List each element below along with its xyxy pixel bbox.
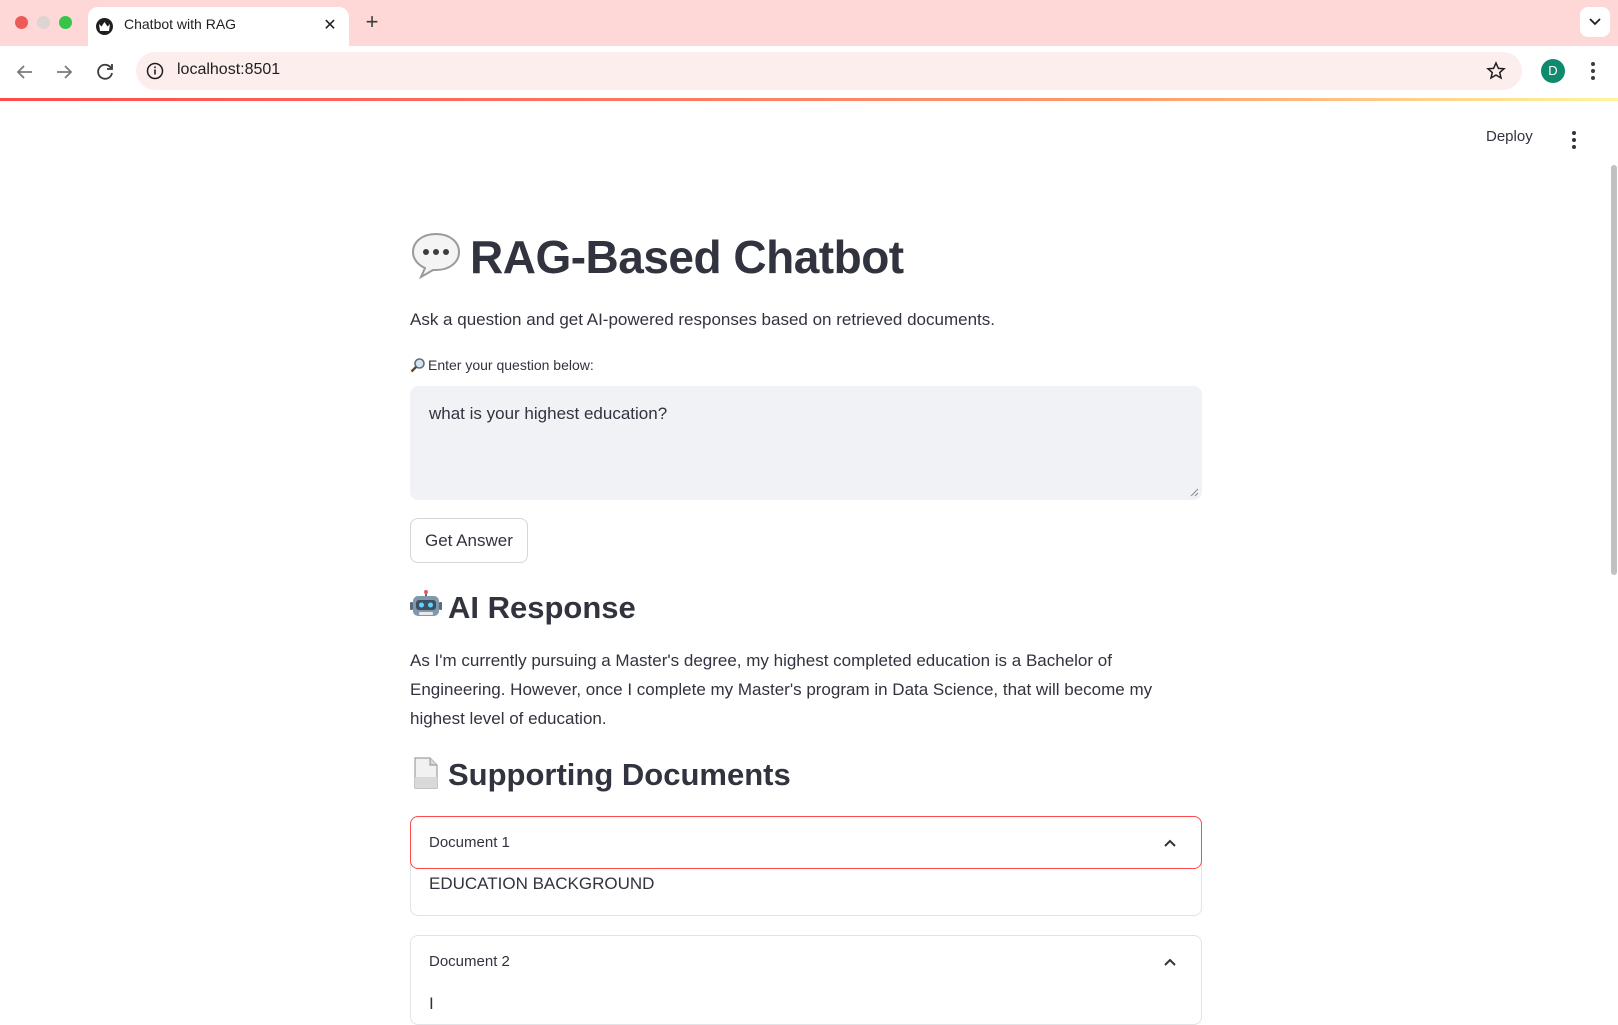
streamlit-header-decoration: [0, 98, 1618, 101]
address-bar[interactable]: localhost:8501: [136, 52, 1522, 90]
question-textarea[interactable]: what is your highest education?: [410, 386, 1202, 500]
get-answer-button[interactable]: Get Answer: [410, 518, 528, 563]
tab-title: Chatbot with RAG: [124, 16, 237, 32]
document-title[interactable]: Document 1: [429, 834, 510, 851]
speech-bubble-icon: [411, 232, 461, 279]
streamlit-favicon-icon: [96, 18, 113, 35]
site-info-icon[interactable]: [146, 62, 164, 80]
url-text[interactable]: localhost:8501: [177, 61, 280, 79]
browser-menu-icon[interactable]: [1587, 59, 1599, 83]
document-content: I: [429, 994, 434, 1013]
deploy-button[interactable]: Deploy: [1486, 128, 1533, 145]
docs-heading: Supporting Documents: [448, 757, 791, 792]
bookmark-star-icon[interactable]: [1486, 61, 1506, 81]
app-menu-icon[interactable]: [1568, 128, 1580, 152]
document-icon: [414, 757, 438, 789]
question-label-text: Enter your question below:: [428, 357, 594, 373]
maximize-window-button[interactable]: [59, 16, 72, 29]
browser-tab[interactable]: Chatbot with RAG ✕: [88, 7, 349, 46]
question-label: Enter your question below:: [410, 357, 594, 373]
profile-avatar[interactable]: D: [1541, 59, 1565, 83]
resize-grip-icon[interactable]: [1189, 487, 1199, 497]
page-subtitle: Ask a question and get AI-powered respon…: [410, 310, 995, 329]
new-tab-button[interactable]: +: [362, 9, 382, 35]
docs-heading-row: Supporting Documents: [410, 757, 791, 793]
document-title[interactable]: Document 2: [429, 953, 510, 970]
reload-icon[interactable]: [93, 60, 117, 84]
question-value[interactable]: what is your highest education?: [429, 404, 667, 423]
page-scrollbar[interactable]: [1611, 165, 1617, 575]
minimize-window-button[interactable]: [37, 16, 50, 29]
response-heading: AI Response: [448, 590, 636, 625]
page-title-row: RAG-Based Chatbot: [410, 230, 904, 284]
chevron-up-icon[interactable]: [1163, 955, 1177, 969]
document-expander-header[interactable]: Document 2: [411, 936, 1201, 986]
tab-search-button[interactable]: [1580, 7, 1610, 37]
back-arrow-icon[interactable]: [13, 60, 37, 84]
response-heading-row: AI Response: [410, 590, 636, 626]
chevron-down-icon: [1589, 18, 1601, 26]
magnifier-icon: [410, 358, 425, 373]
document-content: EDUCATION BACKGROUND: [429, 874, 655, 893]
robot-icon: [410, 590, 442, 616]
page-title: RAG-Based Chatbot: [470, 231, 904, 283]
chevron-up-icon[interactable]: [1163, 836, 1177, 850]
response-text: As I'm currently pursuing a Master's deg…: [410, 651, 1153, 728]
document-expander-header[interactable]: Document 1: [410, 816, 1202, 869]
browser-tab-bar: Chatbot with RAG ✕ +: [0, 0, 1618, 46]
close-window-button[interactable]: [15, 16, 28, 29]
document-expander: Document 1 EDUCATION BACKGROUND: [410, 816, 1202, 916]
tab-close-icon[interactable]: ✕: [321, 15, 339, 35]
forward-arrow-icon[interactable]: [52, 60, 76, 84]
browser-toolbar: localhost:8501 D: [0, 46, 1618, 98]
